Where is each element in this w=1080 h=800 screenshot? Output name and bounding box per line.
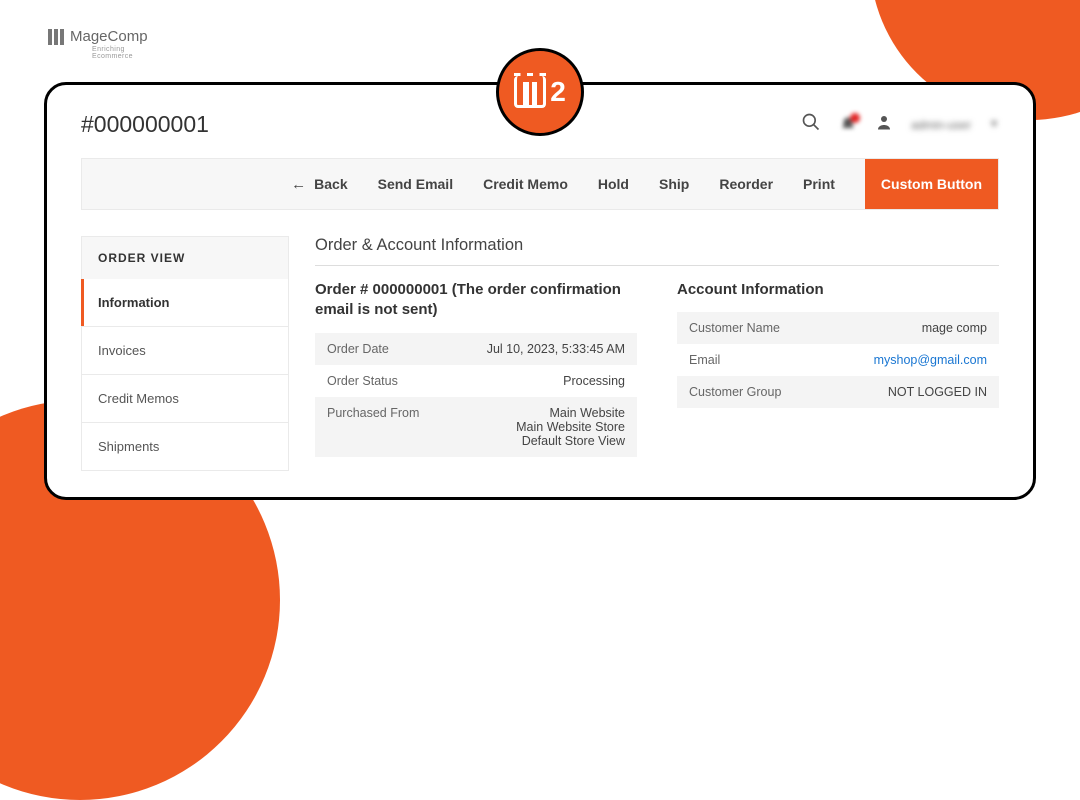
info-columns: Order # 000000001 (The order confirmatio… (315, 280, 999, 457)
body: ORDER VIEW Information Invoices Credit M… (81, 236, 999, 471)
purchased-from-row: Purchased From Main Website Main Website… (315, 397, 637, 457)
sidebar-item-credit-memos[interactable]: Credit Memos (81, 375, 289, 423)
sidebar-item-invoices[interactable]: Invoices (81, 327, 289, 375)
print-button[interactable]: Print (803, 176, 835, 192)
order-status-value: Processing (563, 374, 625, 388)
purchased-from-label: Purchased From (327, 406, 419, 448)
purchased-from-value: Main Website Main Website Store Default … (516, 406, 625, 448)
notification-dot (850, 113, 860, 123)
ship-button[interactable]: Ship (659, 176, 689, 192)
user-icon[interactable] (875, 113, 893, 136)
customer-group-row: Customer Group NOT LOGGED IN (677, 376, 999, 408)
main-content: Order & Account Information Order # 0000… (315, 236, 999, 471)
magecomp-logo: MageComp Enriching Ecommerce (48, 28, 148, 46)
magento-m-icon (514, 76, 546, 108)
search-icon[interactable] (801, 112, 821, 137)
customer-name-label: Customer Name (689, 321, 780, 335)
account-title: Account Information (677, 280, 999, 300)
badge-number: 2 (550, 76, 566, 108)
logo-text: MageComp (70, 28, 148, 45)
order-date-value: Jul 10, 2023, 5:33:45 AM (487, 342, 625, 356)
back-button[interactable]: ← Back (291, 176, 347, 193)
user-name[interactable]: admin-user (911, 118, 971, 132)
notifications-icon[interactable] (839, 116, 857, 134)
customer-name-row: Customer Name mage comp (677, 312, 999, 344)
logo-subtext: Enriching Ecommerce (92, 46, 148, 60)
page-title: #000000001 (81, 111, 209, 138)
sidebar-item-shipments[interactable]: Shipments (81, 423, 289, 471)
sidebar-item-information[interactable]: Information (81, 279, 289, 327)
sidebar-item-label: Invoices (98, 343, 146, 358)
customer-group-label: Customer Group (689, 385, 781, 399)
magecomp-icon (48, 29, 64, 45)
email-row: Email myshop@gmail.com (677, 344, 999, 376)
sidebar-item-label: Information (98, 295, 170, 310)
order-column: Order # 000000001 (The order confirmatio… (315, 280, 637, 457)
admin-panel: #000000001 admin-user ▼ ← Back Send Emai… (44, 82, 1036, 500)
magento2-badge: 2 (496, 48, 584, 136)
hold-button[interactable]: Hold (598, 176, 629, 192)
account-column: Account Information Customer Name mage c… (677, 280, 999, 457)
email-label: Email (689, 353, 720, 367)
section-title: Order & Account Information (315, 236, 999, 266)
custom-button[interactable]: Custom Button (865, 159, 998, 209)
order-status-row: Order Status Processing (315, 365, 637, 397)
back-label: Back (314, 176, 347, 192)
sidebar: ORDER VIEW Information Invoices Credit M… (81, 236, 289, 471)
credit-memo-button[interactable]: Credit Memo (483, 176, 568, 192)
reorder-button[interactable]: Reorder (719, 176, 773, 192)
email-value[interactable]: myshop@gmail.com (874, 353, 987, 367)
sidebar-item-label: Credit Memos (98, 391, 179, 406)
header-actions: admin-user ▼ (801, 112, 999, 137)
order-status-label: Order Status (327, 374, 398, 388)
order-title: Order # 000000001 (The order confirmatio… (315, 280, 637, 321)
order-date-row: Order Date Jul 10, 2023, 5:33:45 AM (315, 333, 637, 365)
sidebar-header: ORDER VIEW (81, 236, 289, 279)
send-email-button[interactable]: Send Email (378, 176, 453, 192)
customer-group-value: NOT LOGGED IN (888, 385, 987, 399)
sidebar-item-label: Shipments (98, 439, 159, 454)
order-date-label: Order Date (327, 342, 389, 356)
action-toolbar: ← Back Send Email Credit Memo Hold Ship … (81, 158, 999, 210)
user-caret-icon[interactable]: ▼ (989, 119, 999, 130)
customer-name-value: mage comp (922, 321, 987, 335)
back-arrow-icon: ← (291, 176, 306, 193)
